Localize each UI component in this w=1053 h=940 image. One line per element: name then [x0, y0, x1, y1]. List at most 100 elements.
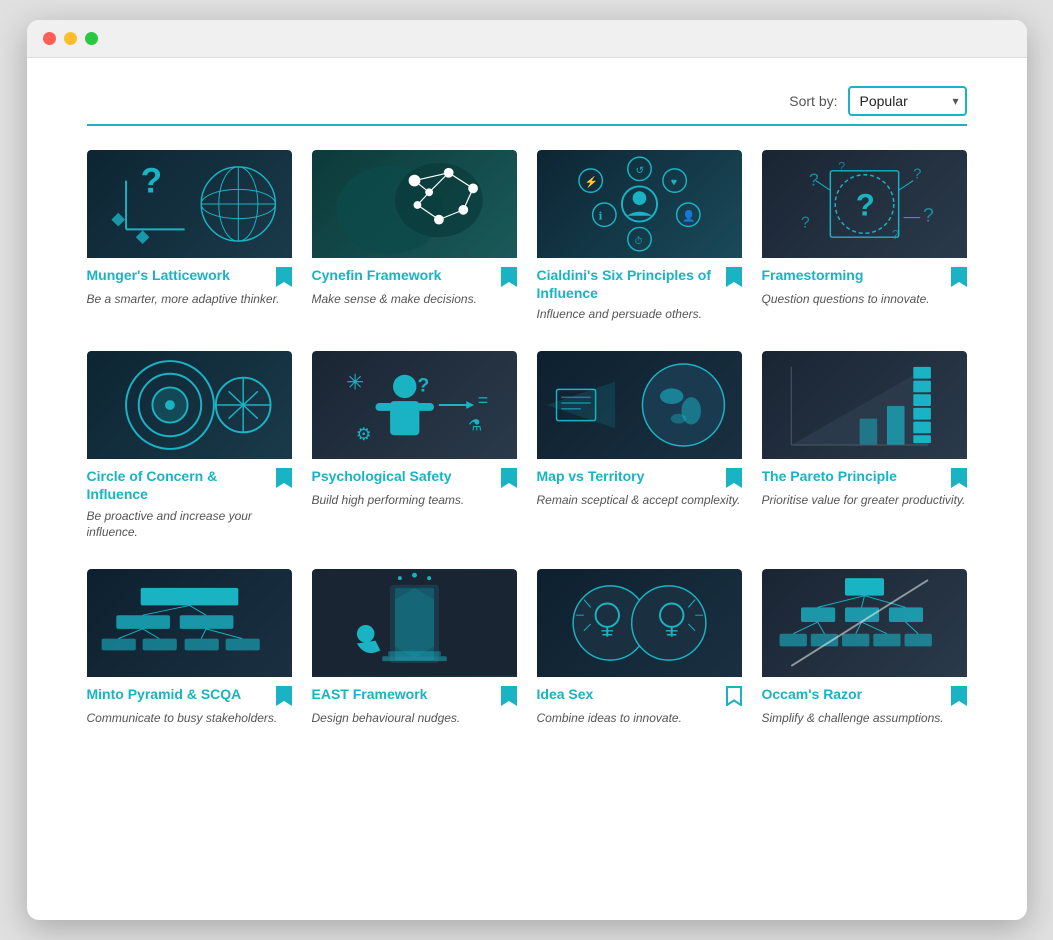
card-title-occam: Occam's Razor: [762, 685, 947, 703]
card-body-occam: Occam's Razor Simplify & challenge assum…: [762, 677, 967, 731]
card-image-circle: [87, 351, 292, 459]
card-image-idea: [537, 569, 742, 677]
card-image-map: [537, 351, 742, 459]
card-body-cynefin: Cynefin Framework Make sense & make deci…: [312, 258, 517, 312]
card-body-psych: Psychological Safety Build high performi…: [312, 459, 517, 513]
app-window: Sort by: Popular Newest Alphabetical ▾: [27, 20, 1027, 920]
card-title-framestorming: Framestorming: [762, 266, 947, 284]
card-image-cynefin: [312, 150, 517, 258]
card-body-map: Map vs Territory Remain sceptical & acce…: [537, 459, 742, 513]
bookmark-icon-cynefin[interactable]: [501, 267, 517, 287]
svg-text:?: ?: [417, 375, 429, 397]
card-image-east: [312, 569, 517, 677]
sort-label: Sort by:: [789, 93, 837, 109]
svg-text:ℹ: ℹ: [598, 211, 602, 223]
card-title-circle: Circle of Concern & Influence: [87, 467, 272, 503]
card-body-pareto: The Pareto Principle Prioritise value fo…: [762, 459, 967, 513]
bookmark-icon-pareto[interactable]: [951, 468, 967, 488]
card-desc-cynefin: Make sense & make decisions.: [312, 291, 517, 308]
card-body-framestorming: Framestorming Question questions to inno…: [762, 258, 967, 312]
sort-select[interactable]: Popular Newest Alphabetical: [848, 86, 967, 116]
svg-text:?: ?: [891, 228, 898, 242]
title-bar: [27, 20, 1027, 58]
card-title-east: EAST Framework: [312, 685, 497, 703]
card-desc-idea: Combine ideas to innovate.: [537, 710, 742, 727]
card-desc-munger: Be a smarter, more adaptive thinker.: [87, 291, 292, 308]
svg-text:↺: ↺: [635, 166, 643, 177]
card-image-framestorming: ? ? ? ? ? ? ?: [762, 150, 967, 258]
card-body-east: EAST Framework Design behavioural nudges…: [312, 677, 517, 731]
bookmark-icon-framestorming[interactable]: [951, 267, 967, 287]
top-bar: Sort by: Popular Newest Alphabetical ▾: [87, 74, 967, 124]
card-desc-map: Remain sceptical & accept complexity.: [537, 492, 742, 509]
card-minto[interactable]: Minto Pyramid & SCQA Communicate to busy…: [87, 569, 292, 731]
svg-text:♥: ♥: [670, 176, 676, 188]
bookmark-icon-map[interactable]: [726, 468, 742, 488]
svg-text:?: ?: [855, 188, 874, 223]
card-east[interactable]: EAST Framework Design behavioural nudges…: [312, 569, 517, 731]
card-body-idea: Idea Sex Combine ideas to innovate.: [537, 677, 742, 731]
card-title-idea: Idea Sex: [537, 685, 722, 703]
card-body-circle: Circle of Concern & Influence Be proacti…: [87, 459, 292, 545]
card-desc-psych: Build high performing teams.: [312, 492, 517, 509]
card-body-cialdini: Cialdini's Six Principles of Influence I…: [537, 258, 742, 327]
card-image-psych: ✳ ? ⚙ ⚗: [312, 351, 517, 459]
card-title-munger: Munger's Latticework: [87, 266, 272, 284]
svg-text:⚙: ⚙: [355, 424, 371, 444]
card-image-minto: [87, 569, 292, 677]
bookmark-icon-munger[interactable]: [276, 267, 292, 287]
card-circle[interactable]: Circle of Concern & Influence Be proacti…: [87, 351, 292, 545]
cards-grid: ? Munger's Latticework Be a smarter,: [87, 150, 967, 731]
bookmark-icon-minto[interactable]: [276, 686, 292, 706]
card-cynefin[interactable]: Cynefin Framework Make sense & make deci…: [312, 150, 517, 327]
card-idea[interactable]: Idea Sex Combine ideas to innovate.: [537, 569, 742, 731]
svg-text:👤: 👤: [682, 210, 695, 223]
content-area: Sort by: Popular Newest Alphabetical ▾: [27, 58, 1027, 771]
card-body-minto: Minto Pyramid & SCQA Communicate to busy…: [87, 677, 292, 731]
svg-text:⚗: ⚗: [468, 418, 482, 435]
card-map[interactable]: Map vs Territory Remain sceptical & acce…: [537, 351, 742, 545]
svg-text:?: ?: [913, 167, 921, 183]
card-desc-cialdini: Influence and persuade others.: [537, 306, 742, 323]
card-occam[interactable]: Occam's Razor Simplify & challenge assum…: [762, 569, 967, 731]
card-pareto[interactable]: The Pareto Principle Prioritise value fo…: [762, 351, 967, 545]
card-title-psych: Psychological Safety: [312, 467, 497, 485]
svg-text:⏱: ⏱: [634, 236, 642, 247]
svg-text:?: ?: [838, 160, 845, 174]
svg-text:=: =: [477, 390, 487, 410]
minimize-dot[interactable]: [64, 32, 77, 45]
card-desc-pareto: Prioritise value for greater productivit…: [762, 492, 967, 509]
card-body-munger: Munger's Latticework Be a smarter, more …: [87, 258, 292, 312]
card-title-pareto: The Pareto Principle: [762, 467, 947, 485]
card-munger[interactable]: ? Munger's Latticework Be a smarter,: [87, 150, 292, 327]
card-title-cynefin: Cynefin Framework: [312, 266, 497, 284]
card-image-pareto: [762, 351, 967, 459]
bookmark-icon-cialdini[interactable]: [726, 267, 742, 287]
divider: [87, 124, 967, 126]
svg-text:?: ?: [801, 214, 810, 231]
card-title-cialdini: Cialdini's Six Principles of Influence: [537, 266, 722, 302]
card-title-minto: Minto Pyramid & SCQA: [87, 685, 272, 703]
sort-wrapper: Popular Newest Alphabetical ▾: [848, 86, 967, 116]
card-image-occam: [762, 569, 967, 677]
bookmark-icon-east[interactable]: [501, 686, 517, 706]
bookmark-icon-idea[interactable]: [726, 686, 742, 706]
close-dot[interactable]: [43, 32, 56, 45]
card-desc-east: Design behavioural nudges.: [312, 710, 517, 727]
svg-text:⚡: ⚡: [584, 175, 597, 188]
svg-text:?: ?: [140, 161, 161, 200]
card-desc-framestorming: Question questions to innovate.: [762, 291, 967, 308]
bookmark-icon-circle[interactable]: [276, 468, 292, 488]
card-image-cialdini: ↺ ♥ 👤 ⏱ ℹ ⚡: [537, 150, 742, 258]
svg-text:?: ?: [923, 205, 934, 227]
card-desc-circle: Be proactive and increase your influence…: [87, 508, 292, 542]
svg-text:?: ?: [808, 169, 818, 189]
bookmark-icon-occam[interactable]: [951, 686, 967, 706]
maximize-dot[interactable]: [85, 32, 98, 45]
card-framestorming[interactable]: ? ? ? ? ? ? ?: [762, 150, 967, 327]
card-psych[interactable]: ✳ ? ⚙ ⚗: [312, 351, 517, 545]
bookmark-icon-psych[interactable]: [501, 468, 517, 488]
card-desc-minto: Communicate to busy stakeholders.: [87, 710, 292, 727]
card-cialdini[interactable]: ↺ ♥ 👤 ⏱ ℹ ⚡ Cialdini's: [537, 150, 742, 327]
card-title-map: Map vs Territory: [537, 467, 722, 485]
